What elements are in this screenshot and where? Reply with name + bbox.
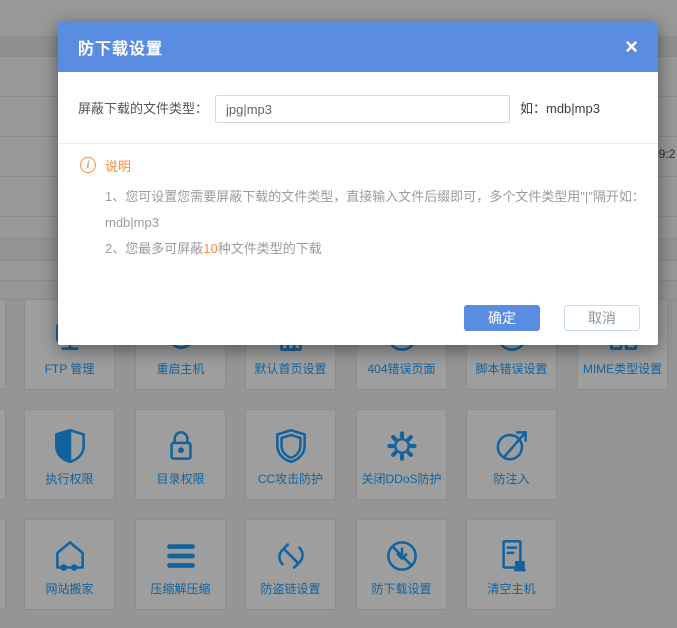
filetypes-example-hint: 如：mdb|mp3 [520,95,600,123]
note-limit-highlight: 10 [203,241,217,256]
note-section: i 说明 1、您可设置您需要屏蔽下载的文件类型，直接输入文件后缀即可，多个文件类… [80,156,636,262]
dialog-header: 防下载设置 × [58,22,658,72]
blocked-filetypes-label: 屏蔽下载的文件类型： [78,95,215,123]
close-icon[interactable]: × [621,34,642,60]
divider [58,143,658,144]
note-line-3: 2、您最多可屏蔽10种文件类型的下载 [105,236,636,262]
dialog-footer: 确定 取消 [58,305,658,331]
dialog-title: 防下载设置 [78,35,163,59]
note-header: i 说明 [80,156,636,174]
blocked-filetypes-input[interactable] [215,95,510,123]
note-line-2: mdb|mp3 [105,210,636,236]
anti-download-settings-dialog: 防下载设置 × 屏蔽下载的文件类型： 如：mdb|mp3 i 说明 1、您可设置… [58,22,658,345]
info-icon: i [80,157,96,173]
screen: 09:2 FTP 管理重启主机默认首页设置404错误页面脚本错误设置MIME类型… [0,0,677,628]
confirm-button[interactable]: 确定 [464,305,540,331]
cancel-button[interactable]: 取消 [564,305,640,331]
note-line-3-prefix: 2、您最多可屏蔽 [105,241,203,256]
blocked-filetypes-row: 屏蔽下载的文件类型： 如：mdb|mp3 [58,95,658,123]
note-title: 说明 [105,156,131,175]
note-line-3-suffix: 种文件类型的下载 [218,241,322,256]
note-line-1: 1、您可设置您需要屏蔽下载的文件类型，直接输入文件后缀即可，多个文件类型用"|"… [105,184,636,210]
